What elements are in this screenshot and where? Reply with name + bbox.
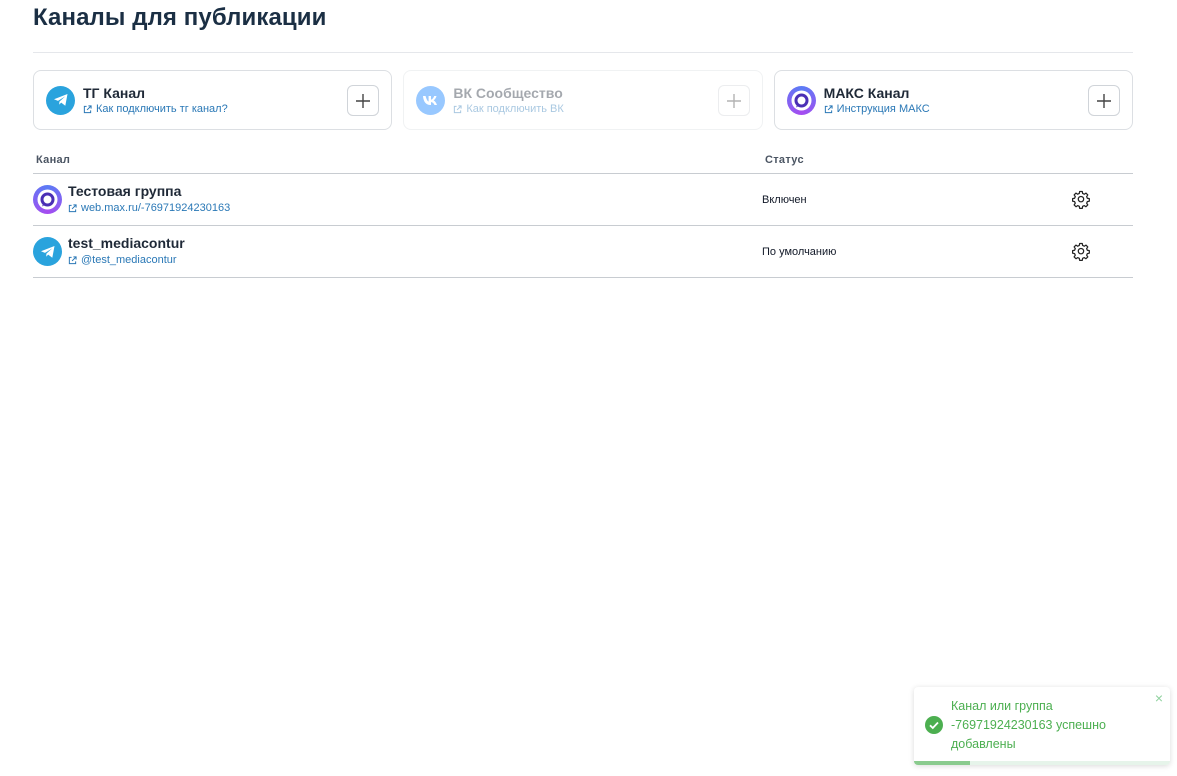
card-link-text: Инструкция МАКС: [836, 102, 930, 115]
toast-progress-fill: [914, 761, 971, 765]
close-icon[interactable]: ×: [1155, 690, 1163, 706]
vk-icon: [416, 85, 446, 115]
column-header-channel: Канал: [36, 154, 71, 166]
plus-icon: [356, 93, 371, 108]
card-telegram: ТГ Канал Как подключить тг канал?: [33, 70, 393, 130]
card-link-text: Как подключить ВК: [466, 102, 564, 115]
gear-icon[interactable]: [1071, 242, 1091, 262]
external-link-icon: [68, 203, 77, 212]
max-icon: [786, 85, 816, 115]
channel-cards: ТГ Канал Как подключить тг канал? ВК Соо…: [33, 70, 1133, 130]
channel-status: Включен: [762, 194, 807, 206]
success-toast: Канал или группа -76971924230163 успешно…: [914, 687, 1170, 765]
channel-link[interactable]: web.max.ru/-76971924230163: [68, 202, 230, 214]
check-circle-icon: [925, 716, 943, 734]
external-link-icon: [68, 255, 77, 264]
external-link-icon: [824, 104, 833, 113]
add-telegram-button[interactable]: [347, 85, 380, 116]
gear-icon[interactable]: [1071, 190, 1091, 210]
channel-name: test_mediacontur: [68, 235, 185, 251]
channel-link-text: web.max.ru/-76971924230163: [81, 202, 231, 214]
telegram-icon: [33, 237, 62, 266]
card-help-link[interactable]: Как подключить тг канал?: [83, 102, 228, 117]
toast-message: Канал или группа -76971924230163 успешно…: [951, 699, 1106, 751]
title-divider: [33, 52, 1133, 53]
card-link-text: Как подключить тг канал?: [96, 102, 228, 115]
card-title: ТГ Канал: [83, 84, 146, 101]
channel-link[interactable]: @test_mediacontur: [68, 254, 177, 266]
card-help-link[interactable]: Как подключить ВК: [453, 102, 564, 117]
add-vk-button[interactable]: [717, 85, 750, 116]
telegram-icon: [46, 85, 75, 115]
toast-progress: [914, 761, 1170, 765]
external-link-icon: [83, 104, 92, 113]
channel-status: По умолчанию: [762, 246, 837, 258]
table-row: test_mediacontur @test_mediacontur По ум…: [33, 226, 1133, 278]
plus-icon: [726, 93, 741, 108]
external-link-icon: [454, 104, 462, 113]
plus-icon: [1096, 93, 1111, 108]
card-help-link[interactable]: Инструкция МАКС: [824, 102, 930, 117]
page-title: Каналы для публикации: [33, 4, 327, 31]
card-title: МАКС Канал: [823, 84, 910, 101]
card-max: МАКС Канал Инструкция МАКС: [773, 70, 1133, 130]
card-vk: ВК Сообщество Как подключить ВК: [403, 70, 763, 130]
card-title: ВК Сообщество: [453, 84, 563, 101]
max-icon: [33, 185, 62, 214]
channels-table: Канал Статус Тестовая группа web.max.ru/…: [33, 150, 1133, 278]
table-header: Канал Статус: [33, 150, 1133, 174]
table-row: Тестовая группа web.max.ru/-769719242301…: [33, 174, 1133, 226]
channel-name: Тестовая группа: [68, 183, 182, 199]
channel-link-text: @test_mediacontur: [81, 254, 177, 266]
add-max-button[interactable]: [1087, 85, 1120, 116]
column-header-status: Статус: [765, 154, 804, 166]
